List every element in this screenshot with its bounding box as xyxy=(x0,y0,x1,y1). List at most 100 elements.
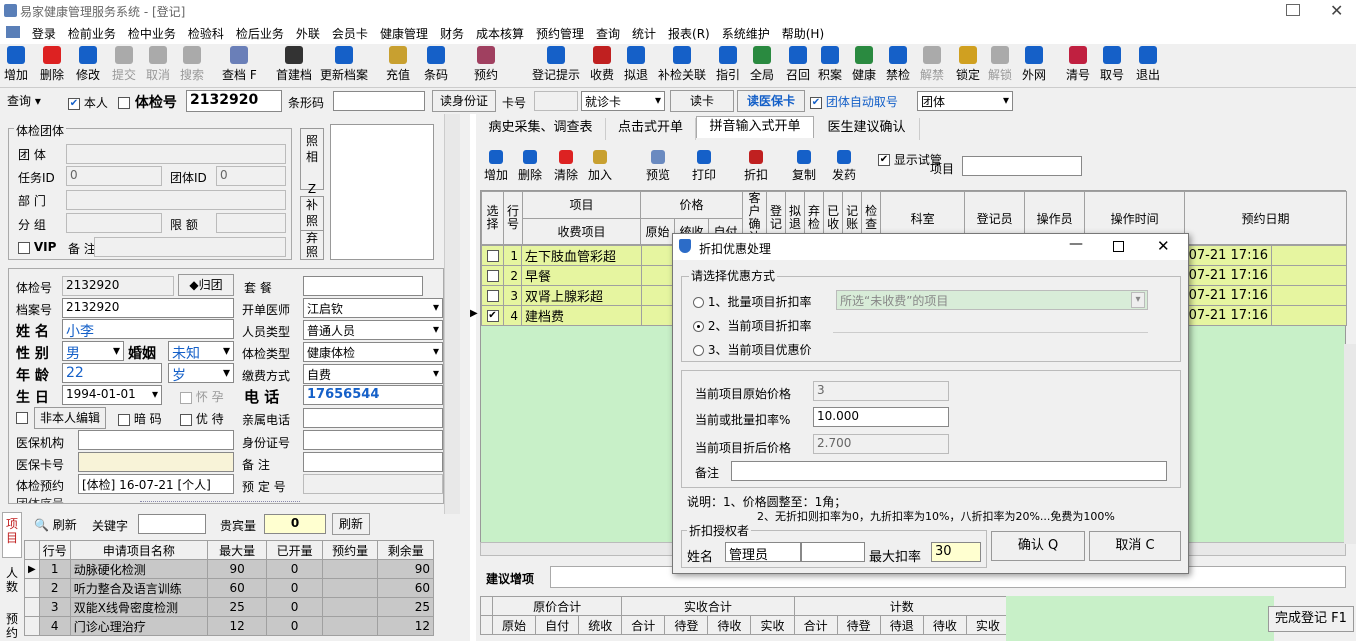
toolbar-unlock-button[interactable]: 解锁 xyxy=(988,46,1012,86)
items-add-button[interactable]: 增加 xyxy=(484,150,508,190)
items-clear-button[interactable]: 清除 xyxy=(554,150,578,190)
toolbar-recall-button[interactable]: 召回 xyxy=(786,46,810,86)
vip-refresh-button[interactable]: 刷新 xyxy=(332,513,370,535)
tab-appointment-vertical[interactable]: 预约 xyxy=(2,608,22,640)
sex-select[interactable]: 男 ▾ xyxy=(62,341,124,361)
barcode-input[interactable] xyxy=(333,91,425,111)
menu-item-3[interactable]: 检验科 xyxy=(182,22,230,45)
restore-icon[interactable] xyxy=(1286,4,1300,16)
confirm-button[interactable]: 确认 Q xyxy=(991,531,1085,561)
item-select-cell[interactable]: ▶ ✔ xyxy=(470,305,504,326)
menu-item-14[interactable]: 系统维护 xyxy=(716,22,776,45)
vip-quota-input[interactable]: 0 xyxy=(264,514,326,534)
toolbar-ban-button[interactable]: 禁检 xyxy=(886,46,910,86)
item-filter-input[interactable] xyxy=(962,156,1082,176)
discount-rate-input[interactable]: 10.000 xyxy=(813,407,949,427)
item-select-cell[interactable] xyxy=(481,285,504,306)
group-remark-input[interactable] xyxy=(94,237,286,257)
tab-3[interactable]: 医生建议确认 xyxy=(814,118,920,140)
menu-item-2[interactable]: 检中业务 xyxy=(122,22,182,45)
menu-item-5[interactable]: 外联 xyxy=(290,22,326,45)
discard-photo-button[interactable]: 弃照 xyxy=(300,230,324,260)
dept-input[interactable] xyxy=(66,190,286,210)
toolbar-charge-button[interactable]: 收费 xyxy=(590,46,614,86)
tab-items-vertical[interactable]: 项目 xyxy=(2,512,22,558)
quota-refresh-button[interactable]: 🔍 刷新 xyxy=(34,516,77,533)
items-preview-button[interactable]: 预览 xyxy=(646,150,670,190)
quota-row[interactable]: 4 门诊心理治疗 12 0 12 xyxy=(24,616,434,636)
dialog-close-icon[interactable]: ✕ xyxy=(1157,237,1170,255)
priority-checkbox[interactable]: 优 待 xyxy=(180,410,224,427)
batch-scope-select[interactable]: 所选“未收费”的项目 ▾ xyxy=(836,290,1148,310)
menu-item-6[interactable]: 会员卡 xyxy=(326,22,374,45)
toolbar-find-button[interactable]: 查档 F xyxy=(222,46,257,86)
read-card-button[interactable]: 读卡 xyxy=(670,90,734,112)
nonself-edit-button[interactable]: 非本人编辑 xyxy=(34,407,106,429)
phone-input[interactable]: 17656544 xyxy=(303,385,443,405)
tab-count-vertical[interactable]: 人数 xyxy=(2,562,22,602)
read-id-button[interactable]: 读身份证 xyxy=(432,90,496,112)
task-id-input[interactable]: 0 xyxy=(66,166,162,186)
vip-checkbox[interactable]: VIP xyxy=(18,240,56,254)
toolbar-guide-button[interactable]: 指引 xyxy=(716,46,740,86)
toolbar-register-tip-button[interactable]: 登记提示 xyxy=(532,46,580,86)
card-type-select[interactable]: 就诊卡 ▾ xyxy=(581,91,665,111)
items-dispense-button[interactable]: 发药 xyxy=(832,150,856,190)
menu-item-0[interactable]: 登录 xyxy=(26,22,62,45)
person-type-select[interactable]: 普通人员 ▾ xyxy=(303,320,443,340)
max-rate-input[interactable]: 30 xyxy=(931,542,981,562)
items-discount-button[interactable]: 折扣 xyxy=(744,150,768,190)
toolbar-appointment-button[interactable]: 预约 xyxy=(474,46,498,86)
return-group-button[interactable]: ◆归团 xyxy=(178,274,234,296)
relative-phone-input[interactable] xyxy=(303,408,443,428)
group-name-input[interactable] xyxy=(66,144,286,164)
toolbar-link-button[interactable]: 补检关联 xyxy=(658,46,706,86)
quota-row[interactable]: 3 双能X线骨密度检测 25 0 25 xyxy=(24,597,434,617)
card-no-input[interactable] xyxy=(534,91,578,111)
reserve-input[interactable] xyxy=(303,474,443,494)
menu-item-4[interactable]: 检后业务 xyxy=(230,22,290,45)
menu-item-9[interactable]: 成本核算 xyxy=(470,22,530,45)
package-input[interactable] xyxy=(303,276,423,296)
toolbar-globe-button[interactable]: 全局 xyxy=(750,46,774,86)
toolbar-clear-number-button[interactable]: 清号 xyxy=(1066,46,1090,86)
toolbar-take-number-button[interactable]: 取号 xyxy=(1100,46,1124,86)
group-id-input[interactable]: 0 xyxy=(216,166,286,186)
self-checkbox[interactable]: ✔ 本人 xyxy=(68,94,108,111)
query-mode-select[interactable]: 查询 ▾ xyxy=(4,91,64,111)
option-batch-radio[interactable]: 1、批量项目折扣率 xyxy=(693,293,811,310)
idcard-input[interactable] xyxy=(303,430,443,450)
retake-photo-button[interactable]: 补照 xyxy=(300,196,324,232)
items-print-button[interactable]: 打印 xyxy=(692,150,716,190)
name-input[interactable]: 小李 xyxy=(62,319,234,339)
discounted-price-input[interactable]: 2.700 xyxy=(813,434,949,454)
appointment-input[interactable]: [体检] 16-07-21 [个人] xyxy=(78,474,234,494)
age-unit-select[interactable]: 岁 ▾ xyxy=(168,363,234,383)
age-input[interactable]: 22 xyxy=(62,363,162,383)
items-vscrollbar[interactable] xyxy=(1344,344,1356,544)
item-select-cell[interactable] xyxy=(481,245,504,266)
pay-select[interactable]: 自费 ▾ xyxy=(303,364,443,384)
cancel-button[interactable]: 取消 C xyxy=(1089,531,1181,561)
finish-register-button[interactable]: 完成登记 F1 xyxy=(1268,606,1354,632)
pregnant-checkbox[interactable]: 怀 孕 xyxy=(180,388,224,405)
splitter[interactable] xyxy=(140,501,300,507)
insurer-input[interactable] xyxy=(78,430,234,450)
toolbar-recharge-button[interactable]: 充值 xyxy=(386,46,410,86)
birth-date-picker[interactable]: 1994-01-01 ▾ xyxy=(62,385,162,405)
toolbar-submit-button[interactable]: 提交 xyxy=(112,46,136,86)
toolbar-refund-button[interactable]: 拟退 xyxy=(624,46,648,86)
menu-item-1[interactable]: 检前业务 xyxy=(62,22,122,45)
read-medical-card-button[interactable]: 读医保卡 xyxy=(737,90,805,112)
keyword-input[interactable] xyxy=(138,514,206,534)
toolbar-update-file-button[interactable]: 更新档案 xyxy=(320,46,368,86)
doctor-select[interactable]: 江启钦 ▾ xyxy=(303,298,443,318)
toolbar-exit-button[interactable]: 退出 xyxy=(1136,46,1160,86)
minimize-icon[interactable]: — xyxy=(1069,236,1083,252)
toolbar-new-file-button[interactable]: 首建档 xyxy=(276,46,312,86)
auth-name-input[interactable]: 管理员 xyxy=(725,542,801,562)
auto-group-checkbox[interactable]: ✔ 团体自动取号 xyxy=(810,93,898,110)
menu-item-15[interactable]: 帮助(H) xyxy=(776,22,830,45)
tab-2[interactable]: 拼音输入式开单 xyxy=(696,116,814,138)
toolbar-delete-button[interactable]: 删除 xyxy=(40,46,64,86)
